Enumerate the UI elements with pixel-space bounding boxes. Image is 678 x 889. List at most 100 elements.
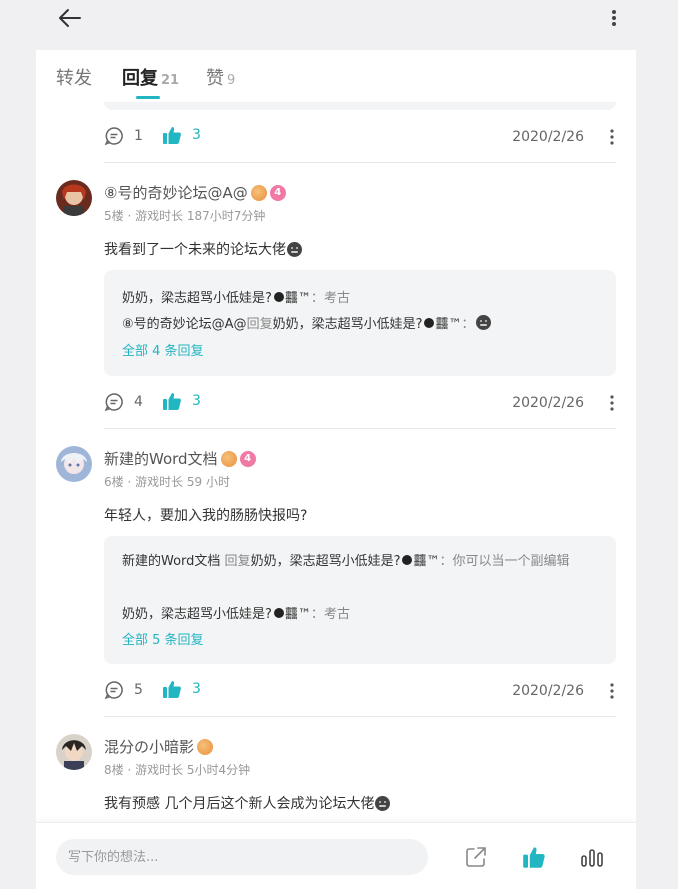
- like-button[interactable]: 3: [162, 125, 201, 145]
- verified-badge-icon: [250, 184, 267, 201]
- avatar[interactable]: [56, 180, 92, 216]
- post-date: 2020/2/26: [512, 395, 584, 411]
- post-text-content: 我看到了一个未来的论坛大佬: [104, 242, 286, 258]
- thumbs-up-icon: [163, 393, 181, 410]
- emoji-icon: [287, 241, 302, 257]
- post-actions: 1 3 2020/2/26: [104, 122, 616, 152]
- username-text: 新建的Word文档: [104, 450, 218, 468]
- tab-bar: 转发 回复 21 赞9: [36, 50, 636, 102]
- verified-badge-icon: [197, 738, 214, 755]
- tab-replies[interactable]: 回复 21: [122, 64, 179, 90]
- post-text: 年轻人，要加入我的肠肠快报吗?: [104, 505, 307, 525]
- comment-count: 5: [134, 682, 143, 698]
- reply-author-suffix: 䨻™: [284, 607, 311, 622]
- level-badge: 4: [269, 184, 286, 201]
- more-vertical-icon[interactable]: [608, 128, 616, 146]
- comment-icon: [104, 127, 123, 146]
- tab-forward[interactable]: 转发: [56, 64, 92, 90]
- emoji-icon: [375, 795, 391, 811]
- v-badge-icon: [273, 291, 284, 302]
- thumbs-up-icon: [163, 127, 181, 144]
- back-arrow-icon[interactable]: [56, 4, 84, 32]
- like-button[interactable]: 3: [162, 391, 201, 411]
- top-bar: [0, 0, 678, 50]
- view-all-replies-link[interactable]: 全部 4 条回复: [122, 340, 204, 359]
- reply-preview-box: 新建的Word文档 回复奶奶，梁志超骂小低娃是? 䨻™：你可以当一个副编辑 奶奶，…: [104, 536, 616, 664]
- post-date: 2020/2/26: [512, 683, 584, 699]
- comments-panel: 转发 回复 21 赞9 1 3 2020/2/26 ⑧号的奇妙论坛@A@ 4 5…: [36, 50, 636, 889]
- comment-input[interactable]: [56, 839, 428, 875]
- like-button[interactable]: 3: [162, 679, 201, 699]
- comment-count: 1: [134, 128, 143, 144]
- post-text-content: 年轻人，要加入我的肠肠快报吗?: [104, 508, 308, 524]
- bottom-bar: [36, 822, 636, 889]
- reply-verb: 回复: [220, 554, 251, 569]
- post-text: 我有预感 几个月后这个新人会成为论坛大佬: [104, 793, 391, 813]
- thumbs-up-icon: [163, 681, 181, 698]
- view-all-replies-link[interactable]: 全部 5 条回复: [122, 629, 204, 648]
- reply-separator: ：: [310, 291, 324, 306]
- tab-likes-count: 9: [227, 73, 236, 88]
- avatar[interactable]: [56, 734, 92, 770]
- stats-bar-icon[interactable]: [580, 845, 604, 869]
- like-count: 3: [192, 127, 201, 143]
- active-tab-indicator: [136, 96, 160, 99]
- tab-replies-count: 21: [161, 73, 180, 88]
- comment-count: 4: [134, 394, 143, 410]
- emoji-icon: [475, 315, 491, 330]
- previous-reply-box: [104, 102, 616, 110]
- reply-target: 奶奶，梁志超骂小低娃是?: [250, 554, 401, 569]
- username[interactable]: ⑧号的奇妙论坛@A@ 4: [104, 182, 286, 203]
- post-date: 2020/2/26: [512, 129, 584, 145]
- comment-button[interactable]: 5: [104, 680, 143, 700]
- reply-author: 奶奶，梁志超骂小低娃是?: [122, 291, 272, 306]
- reply-target-suffix: 䨻™: [435, 317, 462, 332]
- post-meta: 6楼 · 游戏时长 59 小时: [104, 475, 230, 489]
- comment-button[interactable]: 1: [104, 126, 143, 146]
- reply-content: 你可以当一个副编辑: [452, 554, 570, 569]
- reply-item[interactable]: 新建的Word文档 回复奶奶，梁志超骂小低娃是? 䨻™：你可以当一个副编辑: [122, 551, 598, 573]
- tab-likes[interactable]: 赞9: [206, 64, 235, 90]
- tab-likes-label: 赞: [206, 68, 224, 89]
- username[interactable]: 混分の小暗影: [104, 736, 214, 757]
- post-meta: 5楼 · 游戏时长 187小时7分钟: [104, 209, 266, 223]
- comment-button[interactable]: 4: [104, 392, 143, 412]
- v-badge-icon: [402, 555, 413, 565]
- reply-list: 1 3 2020/2/26 ⑧号的奇妙论坛@A@ 4 5楼 · 游戏时长 187…: [36, 102, 636, 822]
- reply-author-suffix: 䨻™: [284, 291, 311, 306]
- reply-author: 奶奶，梁志超骂小低娃是?: [122, 607, 272, 622]
- post-text: 我看到了一个未来的论坛大佬: [104, 239, 302, 259]
- reply-preview-box: 奶奶，梁志超骂小低娃是? 䨻™：考古 ⑧号的奇妙论坛@A@ 回复 奶奶，梁志超骂小低…: [104, 270, 616, 376]
- reply-verb: 回复: [246, 317, 273, 332]
- tab-forward-label: 转发: [56, 68, 92, 89]
- tab-replies-label: 回复: [122, 68, 158, 89]
- divider: [104, 162, 616, 163]
- username-text: 混分の小暗影: [104, 738, 195, 756]
- username-text: ⑧号的奇妙论坛@A@: [104, 184, 248, 202]
- avatar[interactable]: [56, 446, 92, 482]
- reply-separator: ：: [310, 607, 324, 622]
- comment-icon: [104, 393, 123, 412]
- reply-target: 奶奶，梁志超骂小低娃是?: [272, 317, 423, 332]
- share-icon[interactable]: [464, 845, 488, 869]
- divider: [104, 428, 616, 429]
- like-count: 3: [192, 681, 201, 697]
- reply-separator: ：: [461, 317, 475, 332]
- more-vertical-icon[interactable]: [608, 394, 616, 412]
- reply-author: 新建的Word文档: [122, 554, 221, 569]
- reply-item[interactable]: ⑧号的奇妙论坛@A@ 回复 奶奶，梁志超骂小低娃是? 䨻™：: [122, 313, 491, 332]
- comment-icon: [104, 681, 123, 700]
- username[interactable]: 新建的Word文档 4: [104, 448, 256, 469]
- verified-badge-icon: [220, 450, 237, 467]
- reply-author: ⑧号的奇妙论坛@A@: [122, 317, 247, 332]
- reply-target-suffix: 䨻™: [413, 554, 440, 569]
- level-badge: 4: [239, 450, 256, 467]
- more-vertical-icon[interactable]: [608, 682, 616, 700]
- reply-item[interactable]: 奶奶，梁志超骂小低娃是? 䨻™：考古: [122, 603, 350, 622]
- reply-separator: ：: [439, 554, 453, 569]
- more-vertical-icon[interactable]: [602, 6, 626, 30]
- v-badge-icon: [424, 317, 435, 328]
- thumbs-up-icon[interactable]: [522, 845, 546, 869]
- reply-content: 考古: [323, 607, 350, 622]
- reply-item[interactable]: 奶奶，梁志超骂小低娃是? 䨻™：考古: [122, 287, 350, 306]
